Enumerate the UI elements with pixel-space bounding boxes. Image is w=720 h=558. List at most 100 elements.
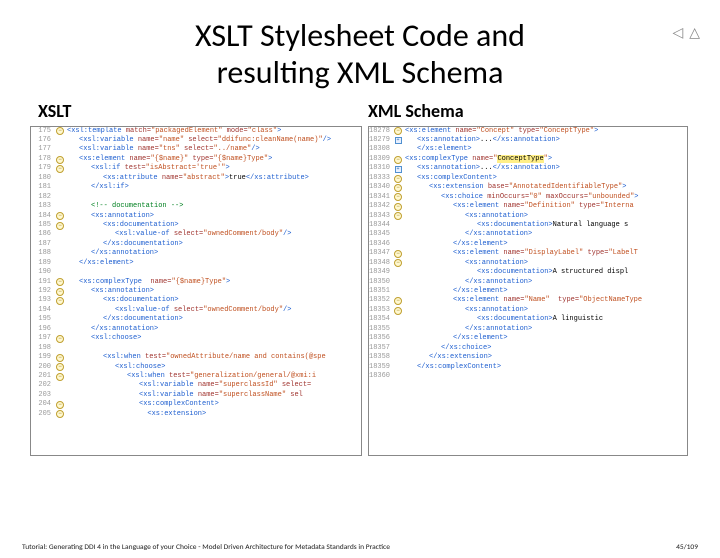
code-content: <xs:attribute name="abstract">true</xs:a… xyxy=(67,174,309,183)
nav-up-icon[interactable]: △ xyxy=(689,24,700,41)
fold-minus-icon[interactable]: − xyxy=(394,175,402,183)
xml-line: 18359</xs:complexContent> xyxy=(369,363,687,372)
token-attr: mode= xyxy=(227,127,248,135)
fold-gutter[interactable]: − xyxy=(53,410,67,419)
fold-gutter[interactable]: − xyxy=(391,174,405,183)
code-content: <xs:choice minOccurs="0" maxOccurs="unbo… xyxy=(405,193,638,202)
xml-line: 18348−<xs:annotation> xyxy=(369,259,687,268)
fold-minus-icon[interactable]: − xyxy=(56,222,64,230)
fold-gutter[interactable]: − xyxy=(53,155,67,164)
nav-back-icon[interactable]: ◁ xyxy=(672,24,683,41)
fold-minus-icon[interactable]: − xyxy=(56,165,64,173)
token-tag: /> xyxy=(283,306,291,314)
fold-gutter[interactable]: − xyxy=(391,296,405,305)
line-number: 18344 xyxy=(369,221,391,230)
fold-minus-icon[interactable]: − xyxy=(394,250,402,258)
fold-gutter[interactable]: − xyxy=(53,127,67,136)
token-val: "LabelT xyxy=(608,249,637,257)
fold-gutter[interactable]: − xyxy=(391,212,405,221)
fold-gutter[interactable]: − xyxy=(53,212,67,221)
fold-minus-icon[interactable]: − xyxy=(56,373,64,381)
fold-minus-icon[interactable]: − xyxy=(394,193,402,201)
xslt-line: 204−<xs:complexContent> xyxy=(31,400,361,409)
fold-gutter[interactable]: − xyxy=(53,400,67,409)
token-attr: minOccurs= xyxy=(487,193,529,201)
fold-gutter[interactable]: − xyxy=(53,287,67,296)
fold-plus-icon[interactable]: + xyxy=(395,137,402,144)
fold-gutter[interactable]: − xyxy=(53,278,67,287)
line-number: 18354 xyxy=(369,315,391,324)
code-content: <xs:documentation> xyxy=(67,296,179,305)
fold-plus-icon[interactable]: + xyxy=(395,166,402,173)
fold-minus-icon[interactable]: − xyxy=(56,156,64,164)
code-content: </xs:annotation> xyxy=(405,325,532,334)
fold-gutter[interactable]: − xyxy=(53,353,67,362)
line-number: 193 xyxy=(31,296,53,305)
fold-minus-icon[interactable]: − xyxy=(394,259,402,267)
fold-minus-icon[interactable]: − xyxy=(56,127,64,135)
fold-gutter[interactable]: − xyxy=(53,334,67,343)
xml-line: 18341−<xs:choice minOccurs="0" maxOccurs… xyxy=(369,193,687,202)
line-number: 199 xyxy=(31,353,53,362)
fold-gutter xyxy=(53,381,67,390)
fold-minus-icon[interactable]: − xyxy=(56,212,64,220)
code-content: <xs:annotation> xyxy=(67,212,154,221)
token-val: "abstract" xyxy=(183,174,225,182)
fold-gutter[interactable]: + xyxy=(391,136,405,145)
token-tag: <xs:documentation> xyxy=(103,221,179,229)
fold-gutter[interactable]: − xyxy=(391,127,405,136)
fold-gutter[interactable]: − xyxy=(53,363,67,372)
code-content: </xs:documentation> xyxy=(67,315,183,324)
fold-minus-icon[interactable]: − xyxy=(56,363,64,371)
fold-minus-icon[interactable]: − xyxy=(394,184,402,192)
token-txt: true xyxy=(229,174,246,182)
fold-gutter[interactable]: − xyxy=(391,249,405,258)
fold-minus-icon[interactable]: − xyxy=(56,297,64,305)
fold-gutter[interactable]: − xyxy=(391,259,405,268)
line-number: 205 xyxy=(31,410,53,419)
fold-minus-icon[interactable]: − xyxy=(394,127,402,135)
fold-minus-icon[interactable]: − xyxy=(394,297,402,305)
token-val: "tns" xyxy=(159,145,184,153)
fold-minus-icon[interactable]: − xyxy=(394,156,402,164)
fold-gutter[interactable]: − xyxy=(391,193,405,202)
fold-gutter[interactable]: − xyxy=(391,202,405,211)
token-txt: A linguistic xyxy=(553,315,603,323)
fold-gutter[interactable]: − xyxy=(391,183,405,192)
xml-line: 18353−<xs:annotation> xyxy=(369,306,687,315)
token-attr: name= xyxy=(503,202,524,210)
token-attr: type= xyxy=(192,155,213,163)
xml-line: 18310+<xs:annotation>...</xs:annotation> xyxy=(369,164,687,173)
token-val: "class" xyxy=(248,127,277,135)
xml-line: 18355</xs:annotation> xyxy=(369,325,687,334)
fold-minus-icon[interactable]: − xyxy=(394,307,402,315)
fold-gutter[interactable]: − xyxy=(391,155,405,164)
token-txt: ... xyxy=(480,164,493,172)
token-tag: <xs:element xyxy=(79,155,129,163)
token-tag: <xs:documentation> xyxy=(103,296,179,304)
fold-minus-icon[interactable]: − xyxy=(56,278,64,286)
token-tag: </xs:extension> xyxy=(429,353,492,361)
token-val: "Name" xyxy=(524,296,558,304)
xslt-line: 198 xyxy=(31,344,361,353)
fold-minus-icon[interactable]: − xyxy=(56,335,64,343)
fold-minus-icon[interactable]: − xyxy=(56,288,64,296)
fold-gutter[interactable]: − xyxy=(391,306,405,315)
fold-gutter[interactable]: + xyxy=(391,164,405,173)
fold-gutter[interactable]: − xyxy=(53,221,67,230)
fold-minus-icon[interactable]: − xyxy=(394,212,402,220)
code-content: <!-- documentation --> xyxy=(67,202,183,211)
code-content: <xs:documentation>A structured displ xyxy=(405,268,628,277)
code-content: </xs:extension> xyxy=(405,353,492,362)
code-content: <xs:extension> xyxy=(67,410,206,419)
line-number: 194 xyxy=(31,306,53,315)
fold-minus-icon[interactable]: − xyxy=(56,410,64,418)
fold-gutter[interactable]: − xyxy=(53,372,67,381)
fold-gutter[interactable]: − xyxy=(53,164,67,173)
token-tag: <xsl:choose> xyxy=(115,363,165,371)
fold-minus-icon[interactable]: − xyxy=(56,401,64,409)
xslt-line: 203<xsl:variable name="superclassName" s… xyxy=(31,391,361,400)
fold-minus-icon[interactable]: − xyxy=(394,203,402,211)
fold-gutter[interactable]: − xyxy=(53,296,67,305)
fold-minus-icon[interactable]: − xyxy=(56,354,64,362)
